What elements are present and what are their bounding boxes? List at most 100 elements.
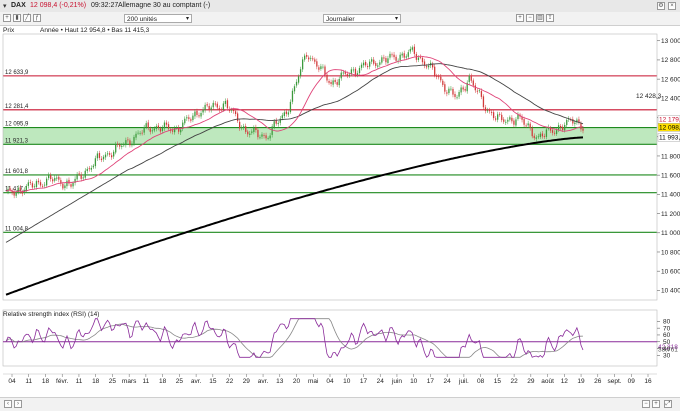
price-tick-label: 10 400 <box>661 288 680 295</box>
candle-body <box>484 107 487 111</box>
candle <box>448 86 450 96</box>
candle <box>513 118 515 128</box>
candle-body <box>354 68 357 75</box>
candle-body <box>379 62 381 65</box>
candle-body <box>539 133 541 137</box>
candle <box>452 87 454 98</box>
candle-body <box>104 154 107 158</box>
candle-body <box>411 47 413 50</box>
date-tick-label: 29 <box>527 378 535 385</box>
candle-body <box>375 63 377 66</box>
candle-body <box>100 158 103 161</box>
candle-body <box>511 117 513 122</box>
candle <box>462 85 464 92</box>
candle-body <box>462 87 464 90</box>
date-tick-label: 22 <box>226 378 234 385</box>
candle <box>283 110 285 119</box>
date-tick-label: 13 <box>276 378 284 385</box>
date-tick-label: 18 <box>159 378 167 385</box>
candle <box>499 112 501 117</box>
candle-body <box>133 136 135 144</box>
candle-body <box>289 101 292 113</box>
candle <box>64 182 66 191</box>
candle-body <box>425 66 428 68</box>
rsi-label: Relative strength index (RSI) (14) <box>3 311 100 318</box>
candle-body <box>236 113 239 122</box>
candle-body <box>234 111 237 114</box>
candle-body <box>218 108 220 110</box>
candle-body <box>21 191 23 194</box>
candle <box>494 116 497 122</box>
date-tick-label: 16 <box>644 378 652 385</box>
candle <box>188 114 190 122</box>
candle <box>48 172 50 181</box>
candle <box>299 66 302 79</box>
candle-body <box>456 97 458 99</box>
date-tick-label: 11 <box>25 378 32 385</box>
candle-body <box>157 125 160 128</box>
candle-body <box>43 184 46 186</box>
candle <box>218 105 220 113</box>
price-tick-label: 12 800 <box>661 57 680 64</box>
candle <box>54 175 56 183</box>
candle-body <box>389 53 391 58</box>
candle-body <box>346 74 348 76</box>
horizontal-levels: 12 633,9 12 281,4 12 095,9 11 921,3 11 601,8… <box>3 70 657 233</box>
candle-body <box>200 112 202 117</box>
candle-body <box>35 181 38 188</box>
candle <box>74 176 76 186</box>
candle <box>468 73 470 85</box>
candle-body <box>94 158 97 167</box>
candle-body <box>362 62 365 66</box>
candle-body <box>490 111 493 113</box>
candle-body <box>557 125 560 130</box>
candle <box>385 56 387 65</box>
candle-body <box>529 123 531 129</box>
scroll-left-icon[interactable]: ‹ <box>4 400 12 408</box>
scroll-right-icon[interactable]: › <box>14 400 22 408</box>
candle-body <box>450 88 452 90</box>
candle-body <box>115 144 117 153</box>
candle-body <box>442 80 444 85</box>
candle-body <box>574 122 576 125</box>
candle-body <box>535 137 537 139</box>
candle-body <box>543 136 546 137</box>
candle-body <box>251 131 253 133</box>
candle <box>320 63 322 71</box>
candle-body <box>551 130 554 133</box>
candle-body <box>405 56 407 58</box>
candle-body <box>96 153 99 159</box>
candle <box>501 112 503 123</box>
candle <box>202 106 204 116</box>
candle-body <box>220 109 223 111</box>
zoom-out-icon[interactable]: − <box>642 400 650 408</box>
candle-body <box>29 182 32 183</box>
candle-body <box>27 182 29 186</box>
candle <box>88 166 90 172</box>
candle-body <box>161 127 164 131</box>
candle <box>58 174 60 183</box>
candle <box>381 55 383 65</box>
candle-body <box>151 130 153 132</box>
date-tick-label: 18 <box>42 378 50 385</box>
fit-icon[interactable]: ⤢ <box>664 400 672 408</box>
candle <box>84 168 86 180</box>
candle-body <box>328 81 330 83</box>
candle <box>572 116 574 126</box>
candle <box>226 98 229 111</box>
candle-body <box>13 192 15 196</box>
price-chart[interactable]: 12 633,9 12 281,4 12 095,9 11 921,3 11 601,8… <box>0 0 680 410</box>
candle-body <box>281 115 283 119</box>
candle-body <box>285 111 288 114</box>
candle <box>340 70 342 81</box>
candle-body <box>72 182 74 187</box>
candle <box>110 152 113 160</box>
candle-body <box>470 76 472 81</box>
candle-body <box>113 151 115 157</box>
candle-body <box>257 129 259 138</box>
zoom-in-icon[interactable]: + <box>652 400 660 408</box>
candle-body <box>360 64 363 68</box>
candle-body <box>255 127 257 130</box>
candle-body <box>444 84 446 92</box>
candle-body <box>488 109 491 112</box>
